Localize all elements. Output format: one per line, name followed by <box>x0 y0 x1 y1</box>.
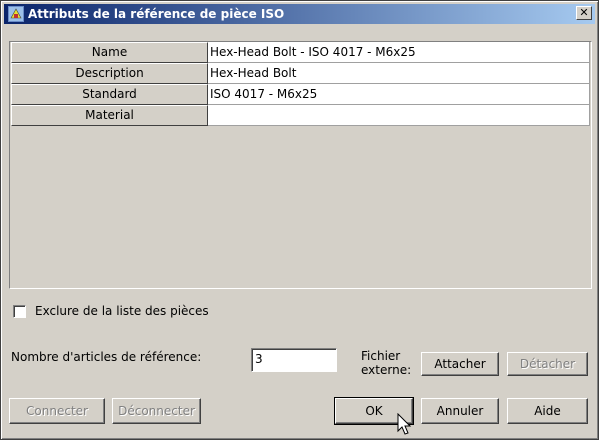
connect-button[interactable]: Connecter <box>9 398 105 424</box>
attribute-row: Description Hex-Head Bolt <box>11 63 590 84</box>
app-icon <box>8 6 24 22</box>
external-file-label-line2: externe: <box>361 363 412 377</box>
detach-button[interactable]: Détacher <box>507 352 588 376</box>
external-file-label-line1: Fichier <box>361 349 401 363</box>
attribute-value-cell[interactable]: ISO 4017 - M6x25 <box>208 84 590 105</box>
disconnect-button[interactable]: Déconnecter <box>112 398 201 424</box>
title-bar[interactable]: Attributs de la référence de pièce ISO ✕ <box>4 4 595 24</box>
dialog-window: Attributs de la référence de pièce ISO ✕… <box>0 0 599 440</box>
close-button[interactable]: ✕ <box>576 6 592 20</box>
ref-count-input[interactable]: 3 <box>251 348 337 372</box>
close-icon: ✕ <box>579 6 589 19</box>
attribute-name-cell[interactable]: Material <box>11 105 208 126</box>
attribute-value-cell[interactable]: Hex-Head Bolt - ISO 4017 - M6x25 <box>208 42 590 63</box>
attribute-value-cell[interactable]: Hex-Head Bolt <box>208 63 590 84</box>
exclude-label[interactable]: Exclure de la liste des pièces <box>35 304 209 319</box>
attribute-row: Standard ISO 4017 - M6x25 <box>11 84 590 105</box>
attribute-name-cell[interactable]: Description <box>11 63 208 84</box>
attributes-grid: Name Hex-Head Bolt - ISO 4017 - M6x25 De… <box>9 41 592 289</box>
attribute-row: Name Hex-Head Bolt - ISO 4017 - M6x25 <box>11 42 590 63</box>
cancel-button[interactable]: Annuler <box>421 398 499 424</box>
attribute-name-cell[interactable]: Name <box>11 42 208 63</box>
ref-count-label: Nombre d'articles de référence: <box>11 350 202 364</box>
attribute-value-cell[interactable] <box>208 105 590 126</box>
attribute-name-cell[interactable]: Standard <box>11 84 208 105</box>
mouse-cursor-icon <box>397 413 412 435</box>
window-title: Attributs de la référence de pièce ISO <box>28 7 285 21</box>
exclude-checkbox[interactable] <box>13 305 26 318</box>
help-button[interactable]: Aide <box>507 398 588 424</box>
attribute-row: Material <box>11 105 590 126</box>
attach-button[interactable]: Attacher <box>421 352 499 376</box>
